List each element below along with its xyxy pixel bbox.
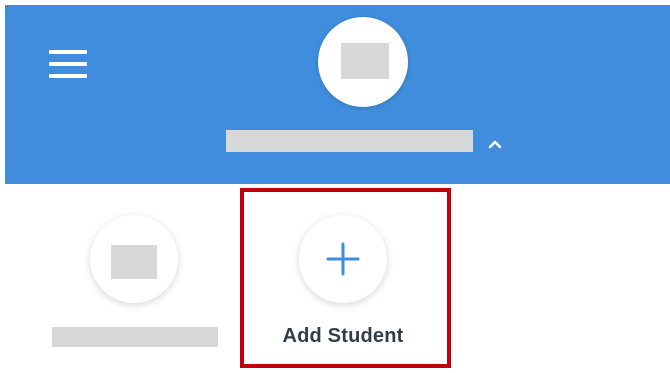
plus-icon (326, 242, 360, 276)
chevron-up-icon (488, 140, 502, 149)
student-tile[interactable] (52, 212, 222, 352)
redacted-avatar-image (341, 43, 389, 79)
hamburger-menu-icon (49, 74, 87, 78)
student-avatar (90, 215, 178, 303)
current-student-avatar[interactable] (318, 17, 408, 107)
add-student-label: Add Student (282, 325, 404, 347)
app-header (5, 5, 670, 184)
redacted-student-name (226, 130, 473, 152)
redacted-avatar-image (111, 245, 157, 279)
student-select-screen: Add Student (0, 0, 670, 373)
hamburger-menu-icon (49, 50, 87, 54)
student-name-selector[interactable] (226, 125, 516, 157)
add-student-button[interactable]: Add Student (258, 212, 428, 352)
add-student-circle (299, 215, 387, 303)
menu-button[interactable] (41, 39, 91, 89)
redacted-student-name (52, 327, 218, 347)
hamburger-menu-icon (49, 62, 87, 66)
